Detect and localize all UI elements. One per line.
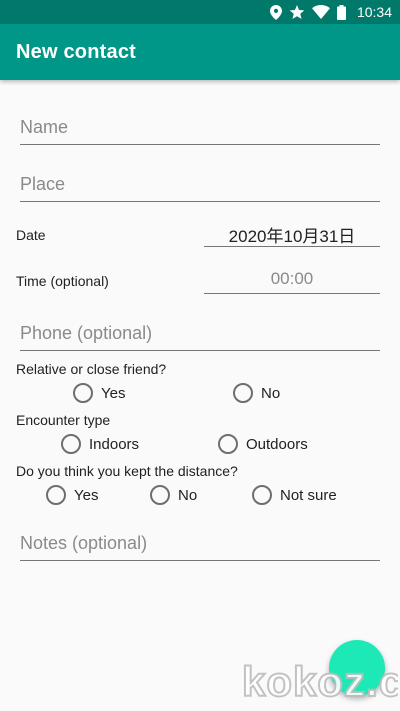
watermark-logo: kokoz.com — [241, 657, 398, 706]
screen: 10:34 New contact Name Place Date 2020年1… — [0, 0, 400, 711]
notes-placeholder: Notes (optional) — [20, 533, 148, 553]
status-bar: 10:34 — [0, 0, 400, 24]
time-picker[interactable]: 00:00 — [204, 269, 380, 294]
relative-yes-radio[interactable]: Yes — [73, 383, 125, 403]
relative-no-radio[interactable]: No — [233, 383, 280, 403]
radio-circle — [218, 434, 238, 454]
date-picker[interactable]: 2020年10月31日 — [204, 222, 380, 247]
location-icon — [269, 4, 282, 20]
time-placeholder: 00:00 — [270, 269, 314, 288]
radio-label: Not sure — [280, 486, 337, 504]
radio-label: Outdoors — [246, 435, 308, 453]
radio-label: No — [178, 486, 198, 504]
radio-circle — [61, 434, 81, 454]
phone-field[interactable]: Phone (optional) — [20, 316, 380, 351]
page-title: New contact — [16, 40, 137, 63]
place-placeholder: Place — [20, 174, 66, 194]
star-icon — [289, 4, 305, 20]
encounter-outdoors-radio[interactable]: Outdoors — [218, 434, 308, 454]
radio-label: Indoors — [89, 435, 140, 453]
radio-label: Yes — [74, 486, 99, 504]
radio-label: Yes — [101, 384, 126, 402]
time-label: Time (optional) — [16, 273, 109, 289]
radio-circle — [73, 383, 93, 403]
distance-no-radio[interactable]: No — [150, 485, 197, 505]
radio-circle — [252, 485, 272, 505]
distance-yes-radio[interactable]: Yes — [46, 485, 98, 505]
relative-question: Relative or close friend? — [16, 361, 167, 377]
distance-question: Do you think you kept the distance? — [16, 463, 238, 479]
radio-circle — [233, 383, 253, 403]
wifi-icon — [311, 5, 330, 19]
date-value: 2020年10月31日 — [228, 227, 356, 246]
phone-placeholder: Phone (optional) — [20, 323, 153, 343]
encounter-question: Encounter type — [16, 412, 111, 428]
watermark-text: kokoz.com — [242, 658, 398, 705]
name-placeholder: Name — [20, 117, 69, 137]
distance-not-sure-radio[interactable]: Not sure — [252, 485, 337, 505]
place-field[interactable]: Place — [20, 167, 380, 202]
status-time: 10:34 — [356, 4, 392, 20]
battery-icon — [336, 4, 346, 20]
notes-field[interactable]: Notes (optional) — [20, 526, 380, 561]
encounter-indoors-radio[interactable]: Indoors — [61, 434, 139, 454]
name-field[interactable]: Name — [20, 110, 380, 145]
radio-circle — [150, 485, 170, 505]
radio-circle — [46, 485, 66, 505]
date-label: Date — [16, 227, 46, 243]
app-bar: New contact — [0, 24, 400, 80]
radio-label: No — [261, 384, 281, 402]
